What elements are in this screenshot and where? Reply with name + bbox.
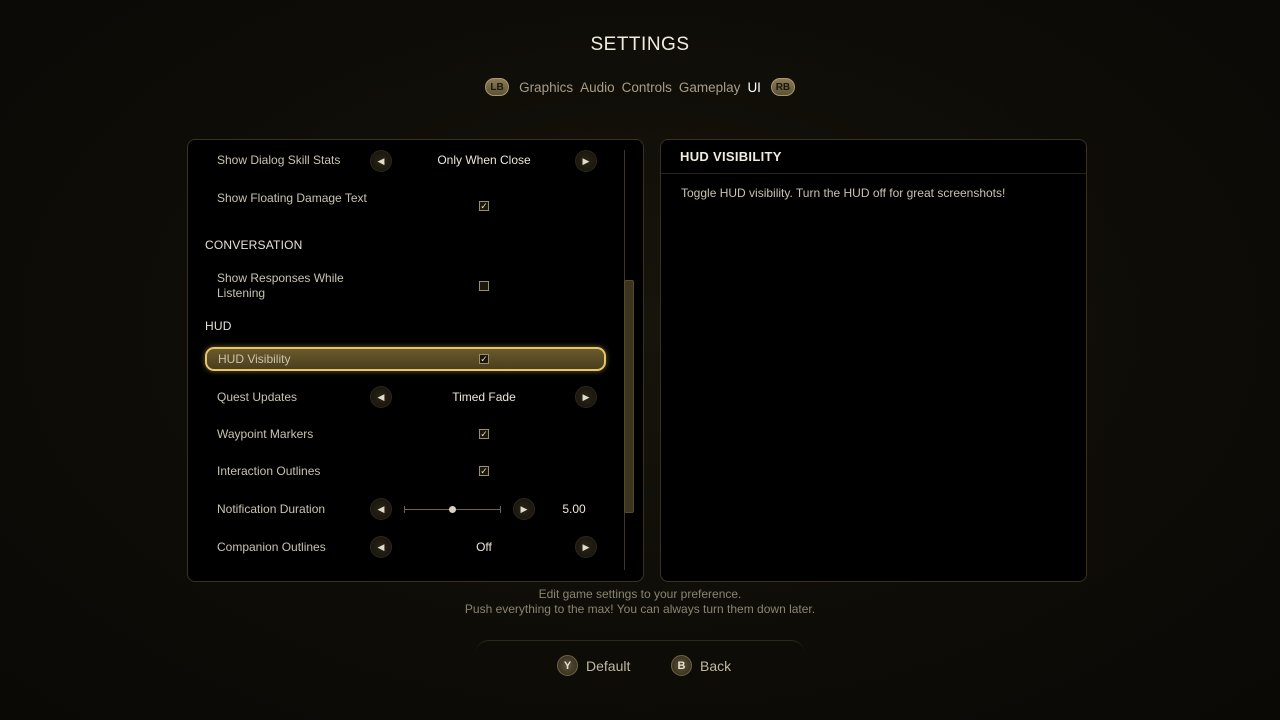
settings-list-panel: Show Dialog Skill Stats ◀ Only When Clos… bbox=[187, 139, 644, 582]
setting-value: Timed Fade bbox=[452, 390, 516, 404]
back-button[interactable]: B Back bbox=[671, 655, 731, 676]
setting-label: Companion Outlines bbox=[217, 540, 326, 554]
setting-label: Show Dialog Skill Stats bbox=[217, 153, 341, 167]
setting-label: Waypoint Markers bbox=[217, 427, 314, 441]
default-button[interactable]: Y Default bbox=[557, 655, 630, 676]
slider-knob[interactable] bbox=[449, 506, 456, 513]
setting-quest-updates[interactable]: Quest Updates ◀ Timed Fade ▶ bbox=[206, 386, 606, 408]
setting-companion-outlines[interactable]: Companion Outlines ◀ Off ▶ bbox=[206, 536, 606, 558]
setting-hud-visibility[interactable]: HUD Visibility ✓ bbox=[205, 347, 606, 371]
back-button-label: Back bbox=[700, 657, 732, 674]
b-button-icon: B bbox=[671, 655, 692, 676]
checkbox-checked[interactable]: ✓ bbox=[479, 429, 489, 439]
rb-bumper-icon[interactable]: RB bbox=[770, 78, 795, 96]
setting-label: Notification Duration bbox=[217, 502, 326, 516]
description-divider bbox=[661, 173, 1086, 174]
tab-ui[interactable]: UI bbox=[747, 80, 761, 95]
tab-gameplay[interactable]: Gameplay bbox=[679, 80, 741, 95]
setting-label: Show Floating Damage Text bbox=[217, 191, 367, 205]
description-panel: HUD VISIBILITY Toggle HUD visibility. Tu… bbox=[660, 139, 1087, 582]
checkbox-checked[interactable]: ✓ bbox=[479, 466, 489, 476]
setting-label: Interaction Outlines bbox=[217, 464, 321, 478]
tab-controls[interactable]: Controls bbox=[622, 80, 672, 95]
left-arrow-icon[interactable]: ◀ bbox=[370, 536, 392, 558]
setting-value: 5.00 bbox=[562, 502, 586, 516]
setting-interaction-outlines[interactable]: Interaction Outlines ✓ bbox=[206, 463, 606, 479]
left-arrow-icon[interactable]: ◀ bbox=[370, 386, 392, 408]
setting-show-dialog-skill-stats[interactable]: Show Dialog Skill Stats ◀ Only When Clos… bbox=[206, 150, 606, 172]
description-text: Toggle HUD visibility. Turn the HUD off … bbox=[681, 186, 1006, 200]
setting-value: Only When Close bbox=[437, 153, 531, 167]
checkbox-checked[interactable]: ✓ bbox=[479, 354, 489, 364]
left-arrow-icon[interactable]: ◀ bbox=[370, 498, 392, 520]
setting-notification-duration[interactable]: Notification Duration ◀ ▶ 5.00 bbox=[206, 498, 606, 520]
setting-show-responses-while-listening[interactable]: Show Responses While Listening bbox=[206, 271, 606, 303]
bottom-ornament bbox=[475, 640, 805, 670]
setting-label: Show Responses While Listening bbox=[217, 271, 344, 300]
right-arrow-icon[interactable]: ▶ bbox=[575, 150, 597, 172]
settings-tab-bar: LB Graphics Audio Controls Gameplay UI R… bbox=[0, 78, 1280, 96]
y-button-icon: Y bbox=[557, 655, 578, 676]
right-arrow-icon[interactable]: ▶ bbox=[575, 536, 597, 558]
setting-label: Quest Updates bbox=[217, 390, 298, 404]
tab-graphics[interactable]: Graphics bbox=[519, 80, 573, 95]
lb-bumper-icon[interactable]: LB bbox=[485, 78, 510, 96]
footer-hint-line1: Edit game settings to your preference. bbox=[538, 587, 742, 601]
section-heading-conversation: CONVERSATION bbox=[205, 238, 303, 252]
setting-waypoint-markers[interactable]: Waypoint Markers ✓ bbox=[206, 426, 606, 442]
description-title: HUD VISIBILITY bbox=[680, 149, 782, 164]
default-button-label: Default bbox=[586, 657, 631, 674]
tab-audio[interactable]: Audio bbox=[580, 80, 615, 95]
scrollbar-thumb[interactable] bbox=[624, 280, 634, 513]
setting-show-floating-damage-text[interactable]: Show Floating Damage Text ✓ bbox=[206, 190, 606, 222]
setting-value: Off bbox=[476, 540, 492, 554]
right-arrow-icon[interactable]: ▶ bbox=[575, 386, 597, 408]
footer-hint-line2: Push everything to the max! You can alwa… bbox=[464, 602, 816, 616]
settings-title: SETTINGS bbox=[590, 34, 690, 55]
section-heading-hud: HUD bbox=[205, 319, 232, 333]
left-arrow-icon[interactable]: ◀ bbox=[370, 150, 392, 172]
setting-label: HUD Visibility bbox=[218, 352, 291, 366]
checkbox-unchecked[interactable] bbox=[479, 281, 489, 291]
checkbox-checked[interactable]: ✓ bbox=[479, 201, 489, 211]
